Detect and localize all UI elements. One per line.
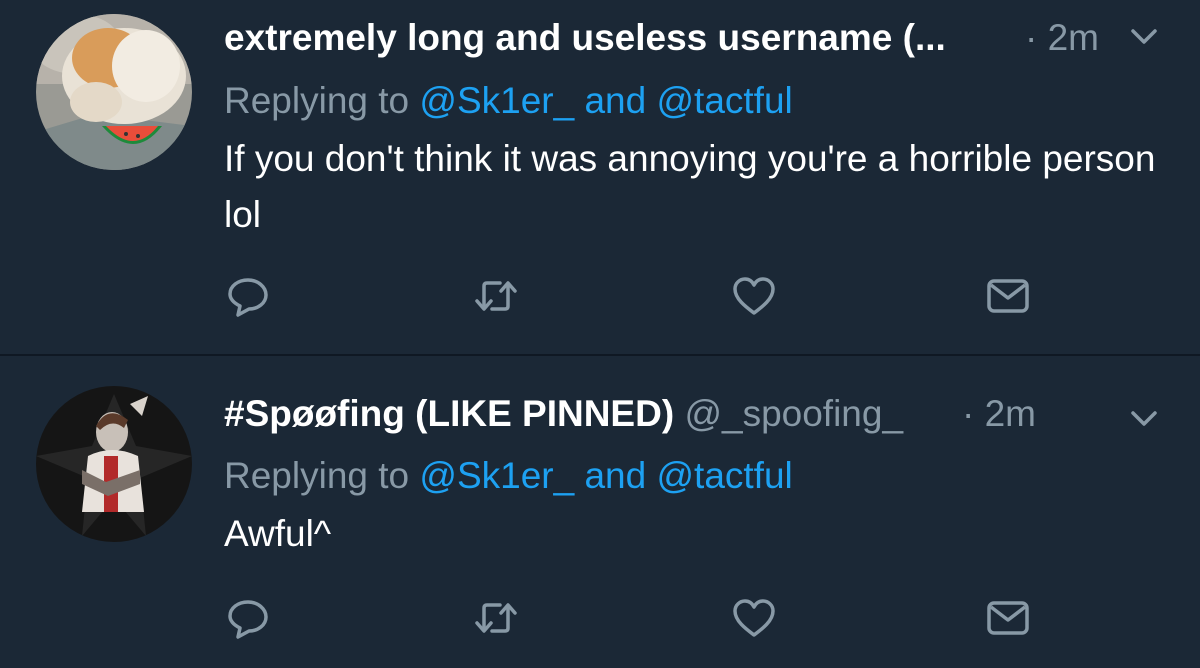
author-name[interactable]: #Spøøfing (LIKE PINNED) [224, 393, 674, 434]
tweet-text: If you don't think it was annoying you'r… [224, 138, 1156, 235]
like-icon [733, 599, 775, 637]
mention-joiner: and [584, 80, 647, 121]
mention-joiner: and [584, 455, 647, 496]
like-icon [733, 277, 775, 315]
timestamp[interactable]: · 2m [1025, 8, 1099, 68]
replying-to: Replying to @Sk1er_ and @tactful [224, 448, 793, 504]
like-button[interactable] [730, 272, 778, 320]
direct-message-button[interactable] [984, 594, 1032, 642]
author-name[interactable]: extremely long and useless username (... [224, 17, 946, 58]
tweet-actions [224, 594, 1044, 642]
tweet-time[interactable]: 2m [985, 393, 1036, 434]
retweet-button[interactable] [472, 594, 520, 642]
replying-to-label: Replying to [224, 455, 410, 496]
mention-link[interactable]: @Sk1er_ [419, 455, 574, 496]
mention-link[interactable]: @Sk1er_ [419, 80, 574, 121]
chevron-down-icon[interactable] [1128, 20, 1160, 52]
direct-message-icon [987, 279, 1029, 313]
reply-icon [228, 278, 268, 317]
tweet-actions [224, 272, 1044, 320]
retweet-icon [475, 281, 517, 311]
replying-to-label: Replying to [224, 80, 410, 121]
reply-button[interactable] [224, 272, 272, 320]
replying-to: Replying to @Sk1er_ and @tactful [224, 73, 793, 129]
timestamp[interactable]: · 2m [962, 384, 1036, 444]
tweet[interactable]: #Spøøfing (LIKE PINNED) @_spoofing_ · 2m… [0, 356, 1200, 668]
retweet-icon [475, 603, 517, 633]
reply-icon [228, 600, 268, 639]
tweet-header: #Spøøfing (LIKE PINNED) @_spoofing_ · 2m [224, 384, 1160, 444]
reply-button[interactable] [224, 594, 272, 642]
mention-link[interactable]: @tactful [656, 455, 792, 496]
avatar[interactable] [36, 14, 192, 170]
separator-dot: · [962, 393, 975, 434]
tweet-time[interactable]: 2m [1048, 17, 1099, 58]
direct-message-button[interactable] [984, 272, 1032, 320]
tweet-header: extremely long and useless username (...… [224, 8, 1160, 68]
retweet-button[interactable] [472, 272, 520, 320]
avatar[interactable] [36, 386, 192, 542]
mention-link[interactable]: @tactful [656, 80, 792, 121]
tweet[interactable]: extremely long and useless username (...… [0, 0, 1200, 354]
direct-message-icon [987, 601, 1029, 635]
like-button[interactable] [730, 594, 778, 642]
tweet-text: Awful^ [224, 513, 332, 554]
hooded-character-logo-avatar [36, 386, 192, 542]
separator-dot: · [1025, 17, 1038, 58]
author-handle[interactable]: @_spoofing_ [684, 393, 903, 434]
chevron-down-icon[interactable] [1128, 402, 1160, 434]
cat-eating-watermelon-avatar [36, 14, 192, 170]
